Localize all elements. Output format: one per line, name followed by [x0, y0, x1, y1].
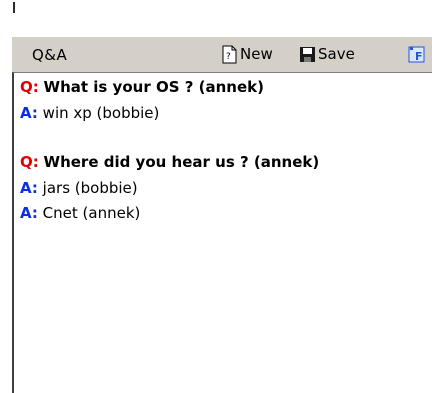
new-button-label: New: [240, 45, 273, 63]
answer-prefix: A:: [20, 104, 38, 122]
save-button[interactable]: Save: [299, 43, 355, 65]
question-prefix: Q:: [20, 153, 39, 171]
answer-line: A: win xp (bobbie): [20, 104, 159, 122]
answer-text: jars (bobbie): [42, 179, 138, 197]
question-text: Where did you hear us ? (annek): [43, 153, 320, 171]
format-icon: F: [408, 45, 425, 64]
svg-text:F: F: [415, 50, 423, 63]
save-button-label: Save: [318, 45, 355, 63]
question-text: What is your OS ? (annek): [43, 78, 264, 96]
answer-text: Cnet (annek): [42, 204, 141, 222]
answer-prefix: A:: [20, 179, 38, 197]
question-prefix: Q:: [20, 78, 39, 96]
qa-panel: Q&A ? New Save F Q: What is your OS ? (a…: [12, 36, 432, 393]
answer-line: A: jars (bobbie): [20, 179, 138, 197]
top-edge-marker: [13, 2, 15, 13]
panel-title: Q&A: [32, 46, 68, 64]
qa-toolbar: Q&A ? New Save F: [12, 36, 432, 72]
floppy-disk-icon: [299, 45, 316, 64]
answer-prefix: A:: [20, 204, 38, 222]
qa-content-area[interactable]: Q: What is your OS ? (annek) A: win xp (…: [12, 72, 432, 393]
question-line: Q: What is your OS ? (annek): [20, 78, 264, 96]
new-document-icon: ?: [221, 45, 238, 64]
answer-text: win xp (bobbie): [42, 104, 160, 122]
window-top-strip: [0, 0, 432, 36]
new-button[interactable]: ? New: [221, 43, 273, 65]
svg-text:?: ?: [226, 52, 231, 62]
question-line: Q: Where did you hear us ? (annek): [20, 153, 319, 171]
format-button[interactable]: F: [408, 43, 425, 65]
answer-line: A: Cnet (annek): [20, 204, 140, 222]
